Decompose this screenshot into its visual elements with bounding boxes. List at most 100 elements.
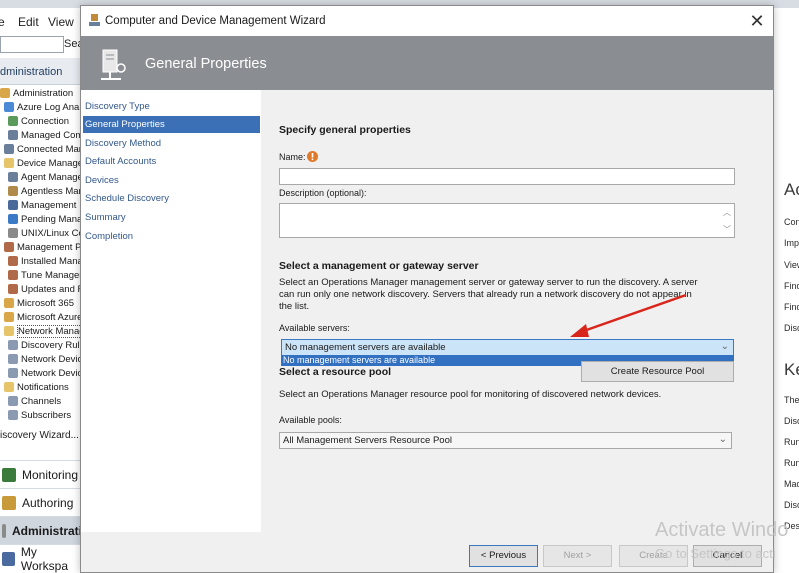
- tree-item[interactable]: Tune Manager: [8, 268, 82, 282]
- action-link[interactable]: Find: [784, 302, 799, 312]
- menu-edit[interactable]: Edit: [18, 15, 39, 29]
- wizard-titlebar: Computer and Device Management Wizard ✕: [81, 6, 773, 36]
- scroll-up-icon[interactable]: ︿: [722, 207, 732, 217]
- nav-step-discovery-type[interactable]: Discovery Type: [83, 98, 260, 115]
- nav-step-default-accounts[interactable]: Default Accounts: [83, 153, 260, 170]
- console-section-header: dministration: [0, 58, 82, 85]
- gear-icon: [0, 88, 10, 98]
- tree-item[interactable]: Management: [8, 198, 76, 212]
- connection-icon: [8, 116, 18, 126]
- tree-item[interactable]: Microsoft 365: [4, 296, 74, 310]
- available-pools-value: All Management Servers Resource Pool: [283, 435, 452, 446]
- nav-step-general-properties[interactable]: General Properties: [83, 116, 260, 133]
- nav-step-discovery-method[interactable]: Discovery Method: [83, 135, 260, 152]
- available-servers-label: Available servers:: [279, 323, 350, 333]
- tree-item[interactable]: Administration: [0, 86, 73, 100]
- wizard-window: Computer and Device Management Wizard ✕ …: [80, 5, 774, 573]
- tree-item[interactable]: Managed Com: [8, 128, 82, 142]
- menu-view[interactable]: View: [48, 15, 74, 29]
- action-link[interactable]: Disc: [784, 323, 799, 333]
- key-link[interactable]: Run: [784, 437, 799, 447]
- create-resource-pool-button[interactable]: Create Resource Pool: [581, 361, 734, 382]
- tree-item[interactable]: Agentless Man: [8, 184, 82, 198]
- key-link[interactable]: The: [784, 395, 799, 405]
- tree-item[interactable]: Network Manag: [4, 324, 82, 338]
- next-button[interactable]: Next >: [543, 545, 612, 567]
- wizard-steps-nav: Discovery Type General Properties Discov…: [81, 90, 261, 532]
- discovery-wizard-link[interactable]: iscovery Wizard...: [0, 430, 82, 448]
- action-link[interactable]: Con: [784, 217, 799, 227]
- tree-item[interactable]: UNIX/Linux Co: [8, 226, 82, 240]
- tree-item[interactable]: Channels: [8, 394, 61, 408]
- action-link[interactable]: View: [784, 260, 799, 270]
- description-field[interactable]: ︿ ﹀: [279, 203, 735, 238]
- tree-item[interactable]: Agent Manage: [8, 170, 82, 184]
- tree-item[interactable]: Subscribers: [8, 408, 71, 422]
- menu-file[interactable]: e: [0, 15, 5, 29]
- console-search-input[interactable]: [0, 36, 64, 53]
- tree-item[interactable]: Microsoft Azure: [4, 310, 82, 324]
- network-icon: [8, 354, 18, 364]
- gear-icon: [4, 312, 14, 322]
- tree-item[interactable]: Device Manage: [4, 156, 82, 170]
- pool-description: Select an Operations Manager resource po…: [279, 389, 662, 400]
- workspace-my-workspace[interactable]: My Workspa: [0, 544, 82, 573]
- tree-item[interactable]: Installed Mana: [8, 254, 82, 268]
- monitoring-icon: [2, 467, 16, 482]
- console-navigation-tree: Administration Azure Log Analy Connectio…: [0, 86, 82, 426]
- nav-step-schedule-discovery[interactable]: Schedule Discovery: [83, 190, 260, 207]
- subscribers-icon: [8, 410, 18, 420]
- tree-item[interactable]: Notifications: [4, 380, 69, 394]
- rule-icon: [8, 340, 18, 350]
- key-link[interactable]: Mad: [784, 479, 799, 489]
- computer-icon: [4, 144, 14, 154]
- console-menubar: e Edit View: [0, 10, 82, 32]
- nav-step-completion[interactable]: Completion: [83, 228, 260, 245]
- tree-item[interactable]: Connected Man: [4, 142, 82, 156]
- actions-heading: Ac: [784, 180, 799, 199]
- azure-icon: [4, 102, 14, 112]
- available-pools-label: Available pools:: [279, 415, 342, 425]
- close-icon[interactable]: ✕: [745, 10, 769, 32]
- action-link[interactable]: Find: [784, 281, 799, 291]
- scroll-down-icon[interactable]: ﹀: [722, 224, 732, 234]
- tree-item[interactable]: Discovery Rule: [8, 338, 82, 352]
- previous-button[interactable]: < Previous: [469, 545, 538, 567]
- name-field[interactable]: [279, 168, 735, 185]
- tree-item[interactable]: Updates and F: [8, 282, 82, 296]
- pool-heading: Select a resource pool: [279, 366, 392, 378]
- key-link[interactable]: Disc: [784, 416, 799, 426]
- action-link[interactable]: Imp: [784, 238, 799, 248]
- workspace-authoring[interactable]: Authoring: [0, 488, 82, 516]
- workspace-administration[interactable]: Administrati: [0, 516, 82, 544]
- activation-watermark-title: Activate Windo: [655, 519, 789, 541]
- name-label: Name:: [279, 152, 306, 162]
- folder-icon: [4, 158, 14, 168]
- tree-item[interactable]: Network Devic: [8, 352, 82, 366]
- tree-item[interactable]: Azure Log Analy: [4, 100, 82, 114]
- banner-title: General Properties: [145, 56, 267, 72]
- nav-step-devices[interactable]: Devices: [83, 172, 260, 189]
- key-link[interactable]: Disc: [784, 500, 799, 510]
- wizard-banner-icon: [101, 49, 126, 80]
- gear-icon: [4, 298, 14, 308]
- nav-step-summary[interactable]: Summary: [83, 209, 260, 226]
- person-icon: [2, 551, 15, 566]
- tree-item[interactable]: Pending Mana: [8, 212, 82, 226]
- tree-item[interactable]: Network Devic: [8, 366, 82, 380]
- gear-icon: [2, 523, 6, 538]
- tree-item[interactable]: Connection: [8, 114, 69, 128]
- unix-icon: [8, 228, 18, 238]
- activation-watermark-subtitle: Go to Settings to acti: [655, 546, 776, 561]
- channels-icon: [8, 396, 18, 406]
- workspace-monitoring[interactable]: Monitoring: [0, 460, 82, 488]
- folder-icon: [4, 382, 14, 392]
- description-label: Description (optional):: [279, 188, 367, 198]
- wizard-title: Computer and Device Management Wizard: [105, 15, 326, 27]
- available-pools-select[interactable]: All Management Servers Resource Pool ⌄: [279, 432, 732, 449]
- installed-icon: [8, 256, 18, 266]
- tree-item[interactable]: Management Pa: [4, 240, 82, 254]
- general-heading: Specify general properties: [279, 124, 411, 136]
- key-link[interactable]: Run: [784, 458, 799, 468]
- tune-icon: [8, 270, 18, 280]
